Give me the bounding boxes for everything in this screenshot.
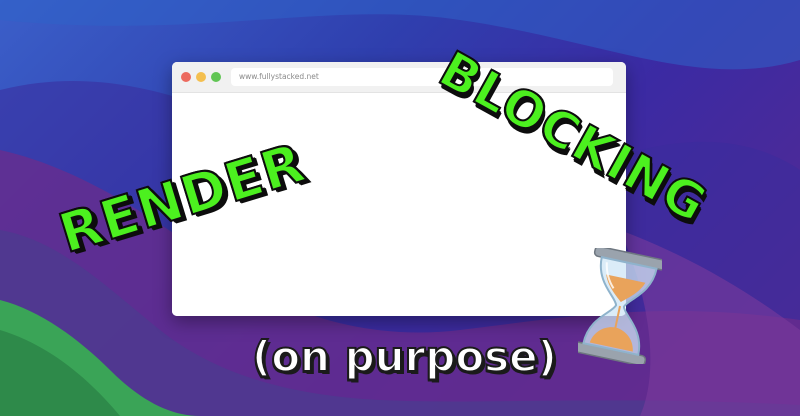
- maximize-dot-icon[interactable]: [211, 72, 221, 82]
- browser-titlebar: www.fullystacked.net: [172, 62, 626, 93]
- minimize-dot-icon[interactable]: [196, 72, 206, 82]
- hourglass-icon: [578, 248, 662, 364]
- close-dot-icon[interactable]: [181, 72, 191, 82]
- subtitle-text: (on purpose): [251, 331, 558, 382]
- address-bar[interactable]: www.fullystacked.net: [231, 68, 613, 86]
